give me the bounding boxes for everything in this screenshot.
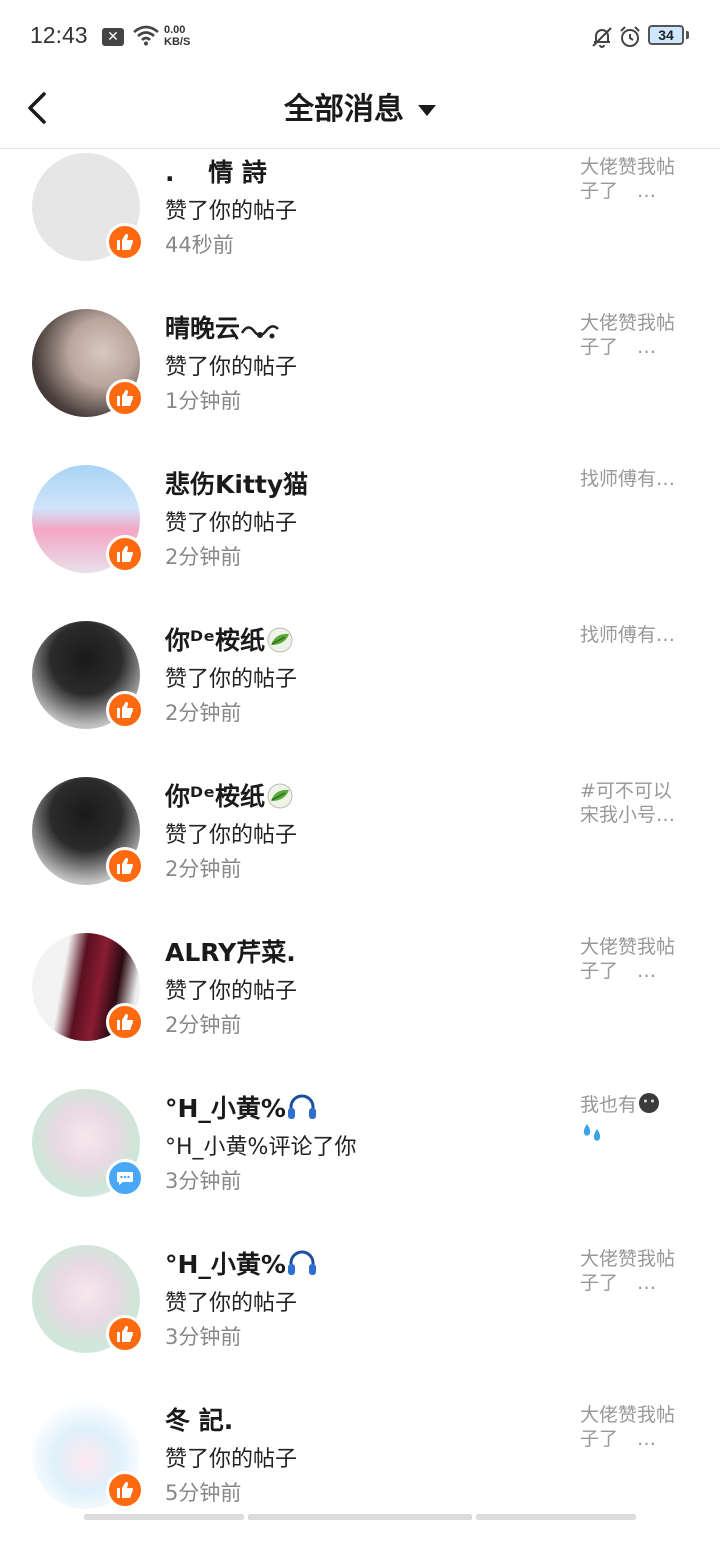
sender-name-text: 晴晚云 [165, 314, 241, 343]
message-item[interactable]: 冬 記. 赞了你的帖子 5分钟前 大佬赞我帖子了 … [0, 1397, 720, 1553]
network-speed: 0.00 KB/S [164, 24, 190, 48]
title-dropdown[interactable]: 全部消息 [0, 72, 720, 148]
caret-down-icon[interactable] [418, 102, 436, 121]
sweat-drops-emoji-icon [580, 1121, 606, 1151]
thumbs-up-icon [117, 1481, 133, 1498]
sender-name: 冬 記. [165, 1406, 234, 1435]
notification-x-icon: ✕ [102, 28, 124, 46]
message-item[interactable]: . 情 詩 赞了你的帖子 44秒前 大佬赞我帖子了 … [0, 149, 720, 305]
action-text: 赞了你的帖子 [165, 1291, 298, 1316]
like-badge [106, 847, 144, 885]
alarm-icon [618, 25, 642, 53]
sender-name: ALRY芹菜. [165, 938, 296, 967]
thumbs-up-icon [117, 545, 133, 562]
sender-name: 晴晚云 [165, 309, 284, 347]
post-preview[interactable]: 找师傅有… [580, 467, 688, 491]
scroll-edge-shadow [248, 1514, 472, 1520]
sender-name: 你ᴰᵉ桉纸 [165, 621, 295, 659]
thumbs-up-icon [117, 1325, 133, 1342]
like-badge [106, 1315, 144, 1353]
sender-name-text: °H_小黄% [165, 1250, 286, 1279]
headphones-emoji-icon [286, 1249, 318, 1283]
top-nav-bar: 全部消息 [0, 72, 720, 149]
like-badge [106, 535, 144, 573]
post-preview[interactable]: 大佬赞我帖子了 … [580, 311, 688, 359]
message-item[interactable]: 晴晚云 赞了你的帖子 1分钟前 大佬赞我帖子了 … [0, 305, 720, 461]
page-title[interactable]: 全部消息 [284, 84, 404, 128]
comment-badge [106, 1159, 144, 1197]
timestamp: 2分钟前 [165, 701, 242, 725]
sender-name: °H_小黄% [165, 1245, 318, 1283]
sender-name-text: 你ᴰᵉ桉纸 [165, 782, 266, 811]
headphones-emoji-icon [286, 1093, 318, 1127]
wifi-icon [132, 24, 160, 50]
message-item[interactable]: °H_小黄% °H_小黄%评论了你 3分钟前 我也有 [0, 1085, 720, 1241]
network-speed-value: 0.00 [164, 24, 186, 36]
timestamp: 5分钟前 [165, 1481, 242, 1505]
action-text: 赞了你的帖子 [165, 979, 298, 1004]
back-button[interactable] [22, 80, 72, 136]
message-item[interactable]: 你ᴰᵉ桉纸 赞了你的帖子 2分钟前 找师傅有… [0, 617, 720, 773]
post-preview[interactable]: 找师傅有… [580, 623, 688, 647]
timestamp: 2分钟前 [165, 545, 242, 569]
sender-name-text: °H_小黄% [165, 1094, 286, 1123]
back-arrow-icon[interactable] [22, 80, 52, 136]
action-text: °H_小黄%评论了你 [165, 1129, 356, 1161]
leaf-emoji-icon [265, 783, 295, 815]
chat-bubble-icon [117, 1172, 133, 1185]
sender-name-text: 你ᴰᵉ桉纸 [165, 626, 266, 655]
like-badge [106, 691, 144, 729]
message-item[interactable]: 你ᴰᵉ桉纸 赞了你的帖子 2分钟前 #可不可以宋我小号… [0, 773, 720, 929]
sender-name: 你ᴰᵉ桉纸 [165, 777, 295, 815]
action-text: 赞了你的帖子 [165, 355, 298, 380]
face-emoji-icon [637, 1091, 661, 1121]
thumbs-up-icon [117, 857, 133, 874]
comment-preview[interactable]: 我也有 [580, 1091, 688, 1151]
timestamp: 44秒前 [165, 233, 234, 257]
action-text: 赞了你的帖子 [165, 511, 298, 536]
thumbs-up-icon [117, 389, 133, 406]
like-badge [106, 1003, 144, 1041]
battery-tip [686, 31, 689, 39]
network-speed-unit: KB/S [164, 36, 191, 48]
timestamp: 1分钟前 [165, 389, 242, 413]
status-bar: 12:43 ✕ 0.00 KB/S 34 [0, 0, 720, 72]
comment-preview-text: 我也有 [580, 1094, 638, 1116]
thumbs-up-icon [117, 1013, 133, 1030]
like-badge [106, 1471, 144, 1509]
bell-muted-icon [590, 25, 614, 53]
action-text: 赞了你的帖子 [165, 667, 298, 692]
status-time: 12:43 [30, 22, 88, 48]
thumbs-up-icon [117, 701, 133, 718]
post-preview[interactable]: 大佬赞我帖子了 … [580, 935, 688, 983]
post-preview[interactable]: 大佬赞我帖子了 … [580, 155, 688, 203]
like-badge [106, 223, 144, 261]
post-preview[interactable]: #可不可以宋我小号… [580, 779, 688, 827]
action-text: 赞了你的帖子 [165, 1447, 298, 1472]
post-preview[interactable]: 大佬赞我帖子了 … [580, 1247, 688, 1295]
like-badge [106, 379, 144, 417]
scroll-edge-shadow [84, 1514, 244, 1520]
message-item[interactable]: 悲伤Kitty猫 赞了你的帖子 2分钟前 找师傅有… [0, 461, 720, 617]
timestamp: 2分钟前 [165, 857, 242, 881]
message-item[interactable]: °H_小黄% 赞了你的帖子 3分钟前 大佬赞我帖子了 … [0, 1241, 720, 1397]
scroll-edge-shadow [476, 1514, 636, 1520]
sender-name: °H_小黄% [165, 1089, 318, 1127]
post-preview[interactable]: 大佬赞我帖子了 … [580, 1403, 688, 1451]
message-item[interactable]: ALRY芹菜. 赞了你的帖子 2分钟前 大佬赞我帖子了 … [0, 929, 720, 1085]
action-text: 赞了你的帖子 [165, 199, 298, 224]
action-text-label: °H_小黄%评论了你 [165, 1135, 357, 1160]
battery-icon: 34 [648, 25, 684, 45]
sender-name: . 情 詩 [165, 158, 267, 187]
action-text: 赞了你的帖子 [165, 823, 298, 848]
decorative-symbol-icon [240, 318, 284, 347]
leaf-emoji-icon [265, 627, 295, 659]
timestamp: 3分钟前 [165, 1169, 242, 1193]
timestamp: 2分钟前 [165, 1013, 242, 1037]
timestamp: 3分钟前 [165, 1325, 242, 1349]
thumbs-up-icon [117, 233, 133, 250]
sender-name: 悲伤Kitty猫 [165, 470, 309, 499]
